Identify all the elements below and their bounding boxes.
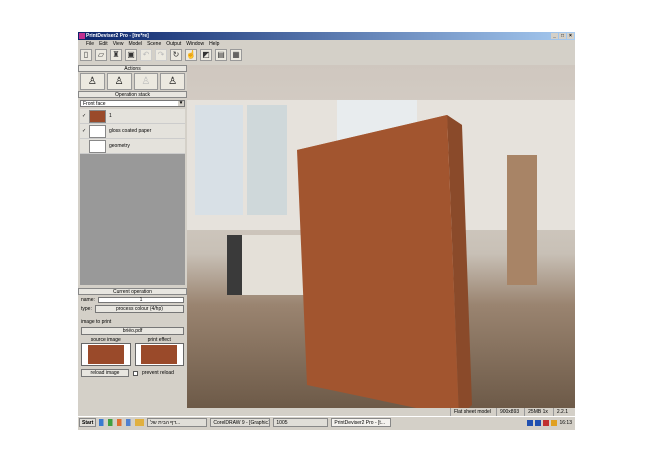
reload-image-button[interactable]: reload image xyxy=(81,369,129,377)
refresh-icon[interactable]: ↻ xyxy=(170,49,182,61)
current-operation-header: Current operation xyxy=(78,288,187,295)
tray-icon[interactable] xyxy=(527,419,534,426)
name-input[interactable]: 1 xyxy=(97,296,184,303)
thumbnail xyxy=(89,124,106,138)
menu-edit[interactable]: Edit xyxy=(99,40,108,48)
status-size: 900x893 xyxy=(495,408,522,416)
stack-item[interactable]: ✓ gloss coated paper xyxy=(80,124,185,139)
action-button-4[interactable]: ♙ xyxy=(160,73,185,90)
title-bar: PrintDeviser2 Pro - [tre*re] _ □ × xyxy=(78,32,575,40)
source-image xyxy=(81,343,131,366)
stack-item-label: gloss coated paper xyxy=(109,128,152,134)
type-button[interactable]: process colour (4/hp) xyxy=(94,304,184,313)
action-button-1[interactable]: ♙ xyxy=(80,73,105,90)
menu-bar: File Edit View Model Scene Output Window Help xyxy=(78,40,219,48)
tray-icon[interactable] xyxy=(535,419,542,426)
scene-render xyxy=(187,100,575,408)
type-label: type: xyxy=(81,305,92,312)
stack-header: Operation stack xyxy=(78,91,187,98)
menu-window[interactable]: Window xyxy=(186,40,204,48)
clock: 16:13 xyxy=(559,419,572,426)
stack-item-label: 1 xyxy=(109,113,112,119)
stack-item[interactable]: geometry xyxy=(80,139,185,154)
check-icon[interactable]: ✓ xyxy=(82,113,86,119)
status-version: 2.2.1 xyxy=(552,408,571,416)
stack-item-label: geometry xyxy=(109,143,130,149)
new-icon[interactable]: ▯ xyxy=(80,49,92,61)
name-label: name: xyxy=(81,296,95,303)
video-icon[interactable]: ▦ xyxy=(230,49,242,61)
actions-header: Actions xyxy=(78,65,187,72)
stack-item[interactable]: ✓ 1 xyxy=(80,109,185,124)
tray-icon[interactable] xyxy=(543,419,550,426)
menu-output[interactable]: Output xyxy=(166,40,181,48)
status-bar: Flat sheet model 900x893 25MB 1x 2.2.1 xyxy=(78,408,575,416)
app-window: PrintDeviser2 Pro - [tre*re] _ □ × File Edi… xyxy=(78,32,575,430)
maximize-button[interactable]: □ xyxy=(559,33,566,39)
action-button-2[interactable]: ♙ xyxy=(106,73,132,90)
menu-view[interactable]: View xyxy=(113,40,124,48)
chevron-down-icon: ▾ xyxy=(178,100,184,106)
thumbnail xyxy=(89,109,106,123)
pointer-icon[interactable]: ☝ xyxy=(185,49,197,61)
system-tray: 16:13 xyxy=(527,419,575,426)
file-button[interactable]: briéo.pdf xyxy=(81,327,184,335)
open-icon[interactable]: ▱ xyxy=(95,49,107,61)
undo-icon[interactable]: ↶ xyxy=(140,49,152,61)
camera-icon[interactable]: ▤ xyxy=(215,49,227,61)
task-printdeviser[interactable]: PrintDeviser2 Pro - [t... xyxy=(331,418,392,427)
task-coreldraw[interactable]: CorelDRAW 9 - [Graphic1] xyxy=(210,418,271,427)
menu-file[interactable]: File xyxy=(86,40,94,48)
toolbar: ▯ ▱ ♜ ▣ ↶ ↷ ↻ ☝ ◩ ▤ ▦ xyxy=(80,49,242,63)
minimize-button[interactable]: _ xyxy=(551,33,558,39)
check-icon[interactable]: ✓ xyxy=(82,128,86,134)
task-browser[interactable]: דף הבית של... xyxy=(147,418,208,427)
face-select[interactable]: Front face ▾ xyxy=(80,100,185,107)
tray-icon[interactable] xyxy=(551,419,558,426)
task-folder[interactable]: 1005 xyxy=(273,418,329,427)
menu-help[interactable]: Help xyxy=(209,40,219,48)
status-model: Flat sheet model xyxy=(449,408,494,416)
close-button[interactable]: × xyxy=(567,33,574,39)
taskbar: Start דף הבית של... CorelDRAW 9 - [Graph… xyxy=(78,416,575,428)
operation-stack: ✓ 1 ✓ gloss coated paper geometry xyxy=(80,109,185,285)
menu-scene[interactable]: Scene xyxy=(147,40,161,48)
menu-model[interactable]: Model xyxy=(128,40,142,48)
prevent-reload-checkbox[interactable] xyxy=(133,370,138,376)
start-button[interactable]: Start xyxy=(79,418,97,427)
print-icon[interactable]: ♜ xyxy=(110,49,122,61)
window-title: PrintDeviser2 Pro - [tre*re] xyxy=(86,33,149,39)
save-icon[interactable]: ▣ xyxy=(125,49,137,61)
quick-launch-icons[interactable] xyxy=(99,419,145,426)
slab-front[interactable] xyxy=(297,115,459,408)
status-memory: 25MB 1x xyxy=(524,408,551,416)
print-effect-image xyxy=(134,343,184,366)
prevent-reload-label: prevent reload xyxy=(142,370,174,376)
face-select-value: Front face xyxy=(83,101,106,107)
3d-viewport[interactable] xyxy=(187,65,575,408)
image-to-print-label: image to print xyxy=(81,319,112,325)
side-panel: Actions ♙ ♙ ♙ ♙ Operation stack Front face ▾… xyxy=(78,65,187,408)
thumbnail xyxy=(89,139,106,153)
view-icon[interactable]: ◩ xyxy=(200,49,212,61)
redo-icon[interactable]: ↷ xyxy=(155,49,167,61)
action-button-3[interactable]: ♙ xyxy=(133,73,159,90)
app-icon xyxy=(79,33,85,39)
